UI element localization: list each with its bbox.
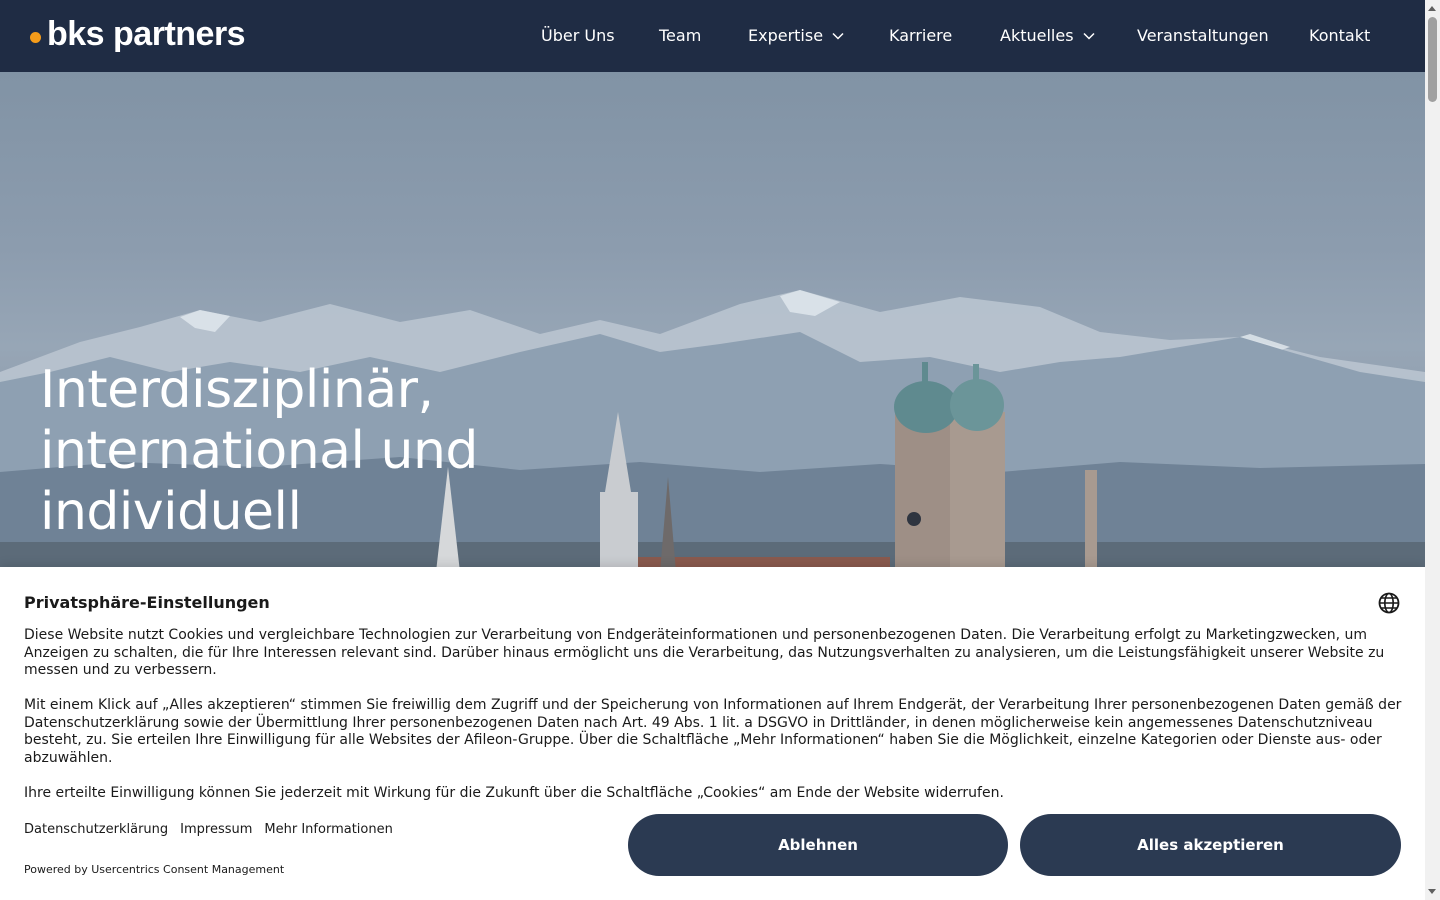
nav-item-label: Karriere [889, 26, 953, 45]
nav-item-label: Kontakt [1309, 26, 1371, 45]
consent-paragraph: Diese Website nutzt Cookies und vergleic… [24, 627, 1385, 678]
powered-by-text: Powered by Usercentrics Consent Manageme… [24, 863, 285, 876]
logo-dot-icon [30, 31, 41, 43]
cookie-consent-banner: Privatsphäre-Einstellungen Diese Website… [0, 567, 1425, 900]
nav-item-label: Veranstaltungen [1137, 26, 1269, 45]
more-info-link[interactable]: Mehr Informationen [264, 822, 392, 837]
nav-item-label: Team [659, 26, 702, 45]
nav-item-expertise[interactable]: Expertise [748, 26, 845, 46]
nav-item-aktuelles[interactable]: Aktuelles [1000, 26, 1096, 46]
hero-title-line: individuell [40, 482, 302, 542]
nav-item-kontakt[interactable]: Kontakt [1309, 26, 1370, 46]
scroll-up-arrow-icon[interactable] [1428, 6, 1436, 11]
nav-item-karriere[interactable]: Karriere [889, 26, 952, 46]
consent-paragraph: Ihre erteilte Einwilligung können Sie je… [24, 785, 1004, 801]
top-navigation: bks partners Über Uns Team Expertise Kar… [0, 0, 1425, 72]
chevron-down-icon [832, 32, 844, 40]
nav-item-ueber-uns[interactable]: Über Uns [541, 26, 615, 46]
imprint-link[interactable]: Impressum [180, 822, 252, 837]
hero-title-line: international und [40, 421, 478, 481]
consent-paragraph: Mit einem Klick auf „Alles akzeptieren“ … [24, 697, 1402, 766]
privacy-policy-link[interactable]: Datenschutzerklärung [24, 822, 168, 837]
page-scrollbar[interactable] [1425, 0, 1440, 900]
nav-item-label: Über Uns [541, 26, 615, 45]
hero-section: Interdisziplinär, international und indi… [0, 72, 1425, 572]
hero-title-line: Interdisziplinär, [40, 360, 434, 420]
nav-item-veranstaltungen[interactable]: Veranstaltungen [1137, 26, 1269, 46]
chevron-down-icon [1083, 32, 1095, 40]
globe-icon[interactable] [1377, 591, 1401, 615]
consent-title: Privatsphäre-Einstellungen [24, 593, 270, 612]
logo-text: bks partners [47, 15, 246, 53]
nav-item-team[interactable]: Team [659, 26, 701, 46]
scroll-down-arrow-icon[interactable] [1428, 889, 1436, 894]
accept-all-button[interactable]: Alles akzeptieren [1020, 814, 1401, 876]
deny-button[interactable]: Ablehnen [628, 814, 1008, 876]
nav-item-label: Expertise [748, 26, 824, 45]
scrollbar-thumb[interactable] [1428, 17, 1437, 102]
hero-title: Interdisziplinär, international und indi… [40, 360, 478, 543]
consent-links: Datenschutzerklärung Impressum Mehr Info… [24, 822, 393, 837]
logo[interactable]: bks partners [30, 14, 246, 54]
nav-item-label: Aktuelles [1000, 26, 1074, 45]
